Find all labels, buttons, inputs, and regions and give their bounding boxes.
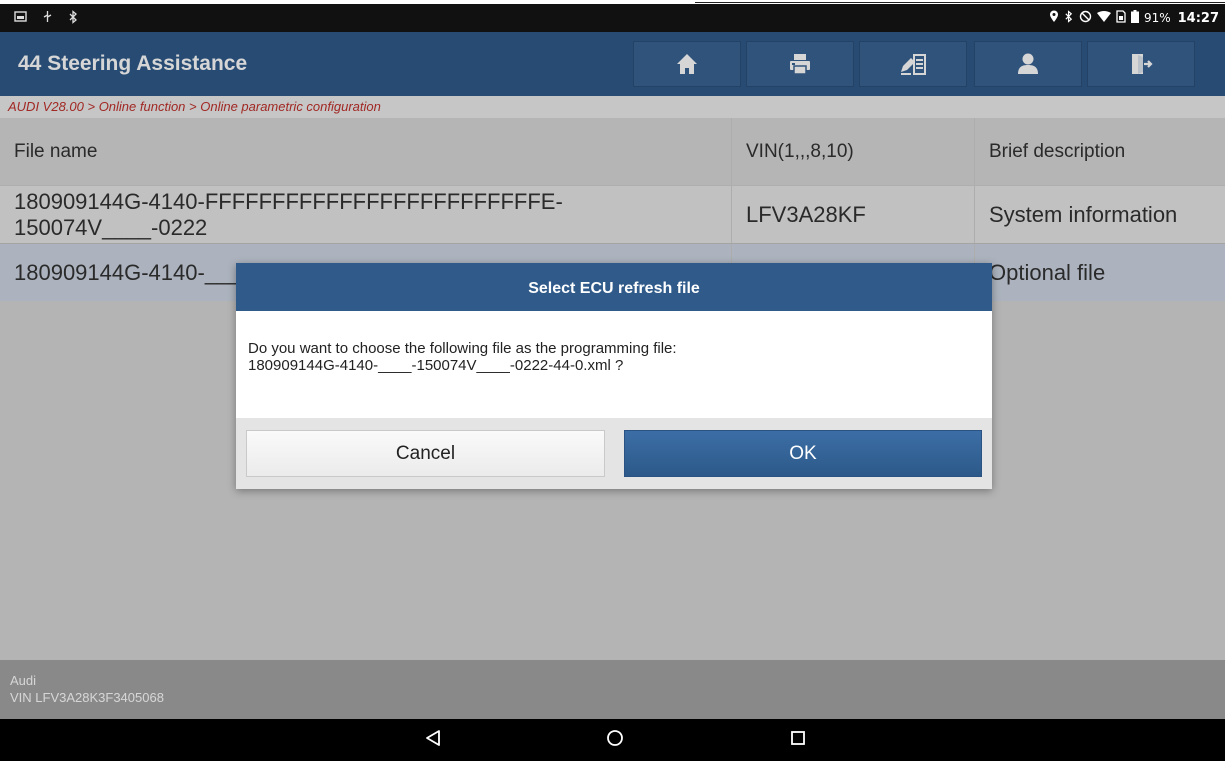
dialog-message-line1: Do you want to choose the following file… bbox=[248, 340, 677, 357]
dnd-icon bbox=[1079, 10, 1092, 26]
sim-icon bbox=[1116, 10, 1126, 26]
home-circle-icon bbox=[606, 729, 624, 752]
battery-percent: 91% bbox=[1143, 11, 1171, 25]
back-icon bbox=[424, 729, 442, 752]
dialog-message: Do you want to choose the following file… bbox=[236, 311, 992, 418]
recents-icon bbox=[790, 730, 806, 751]
ok-button[interactable]: OK bbox=[624, 430, 982, 477]
usb-icon bbox=[41, 10, 54, 27]
dialog-title: Select ECU refresh file bbox=[236, 263, 992, 311]
clock: 14:27 bbox=[1177, 10, 1219, 26]
back-button[interactable] bbox=[419, 728, 447, 752]
dialog-actions: Cancel OK bbox=[236, 418, 992, 489]
bluetooth-icon bbox=[68, 10, 79, 27]
recents-button[interactable] bbox=[784, 728, 812, 752]
status-left-icons bbox=[14, 10, 79, 27]
status-bar: 91% 14:27 bbox=[0, 4, 1225, 32]
cancel-button[interactable]: Cancel bbox=[246, 430, 605, 477]
dialog-message-line2: 180909144G-4140-____-150074V____-0222-44… bbox=[248, 357, 624, 374]
home-nav-button[interactable] bbox=[601, 728, 629, 752]
wifi-icon bbox=[1096, 10, 1111, 26]
android-nav-bar bbox=[0, 719, 1225, 761]
screen-icon bbox=[14, 10, 27, 27]
battery-icon bbox=[1130, 10, 1139, 26]
select-ecu-dialog: Select ECU refresh file Do you want to c… bbox=[236, 263, 992, 489]
status-right-icons: 91% 14:27 bbox=[1049, 10, 1219, 26]
bluetooth-icon bbox=[1064, 10, 1074, 26]
location-icon bbox=[1049, 10, 1059, 26]
